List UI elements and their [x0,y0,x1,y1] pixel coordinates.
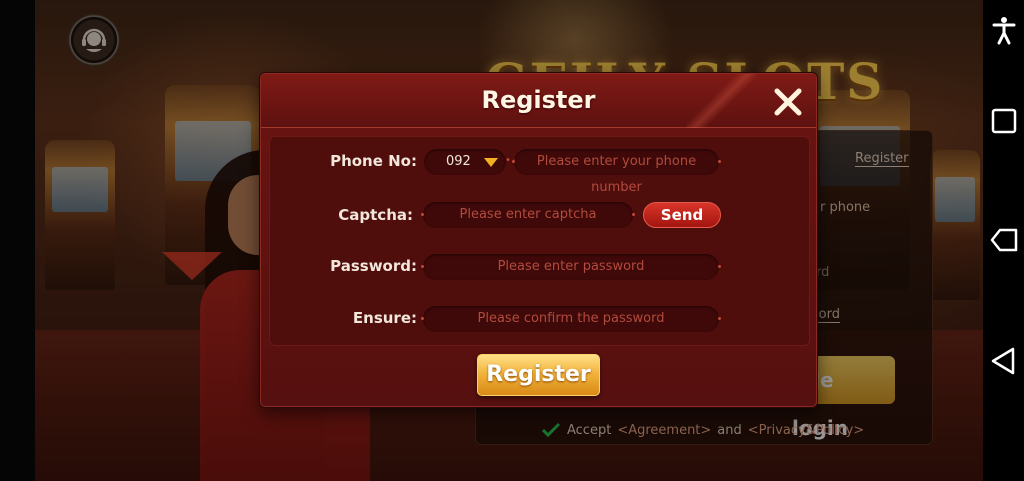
confirm-password-input[interactable]: Please confirm the password [421,306,721,332]
square-icon [991,108,1017,134]
tag-icon [990,228,1018,252]
back-triangle-icon [991,347,1015,375]
system-nav-bar [983,0,1024,481]
password-label: Password: [330,257,417,275]
tag-button[interactable] [989,225,1019,255]
recents-button[interactable] [989,106,1019,136]
register-button[interactable]: Register [477,354,600,396]
captcha-label: Captcha: [338,206,413,224]
captcha-input[interactable]: Please enter captcha [421,202,635,228]
back-button[interactable] [989,346,1019,376]
country-code-value: 092 [446,154,471,169]
password-input[interactable]: Please enter password [421,254,721,280]
close-icon [774,88,802,116]
modal-title: Register [481,86,596,114]
close-button[interactable] [772,86,804,118]
accessibility-button[interactable] [989,15,1019,45]
left-black-strip [0,0,35,481]
send-captcha-button[interactable]: Send [643,202,721,228]
phone-input[interactable]: Please enter your phone number [512,149,721,195]
accessibility-icon [992,17,1016,45]
ensure-label: Ensure: [352,309,417,327]
dropdown-triangle-icon [484,158,498,167]
phone-label: Phone No: [330,152,417,170]
game-screen: GEILY SLOTS Register r phone rd word bil… [0,0,1024,481]
country-code-select[interactable]: 092 [424,149,506,175]
